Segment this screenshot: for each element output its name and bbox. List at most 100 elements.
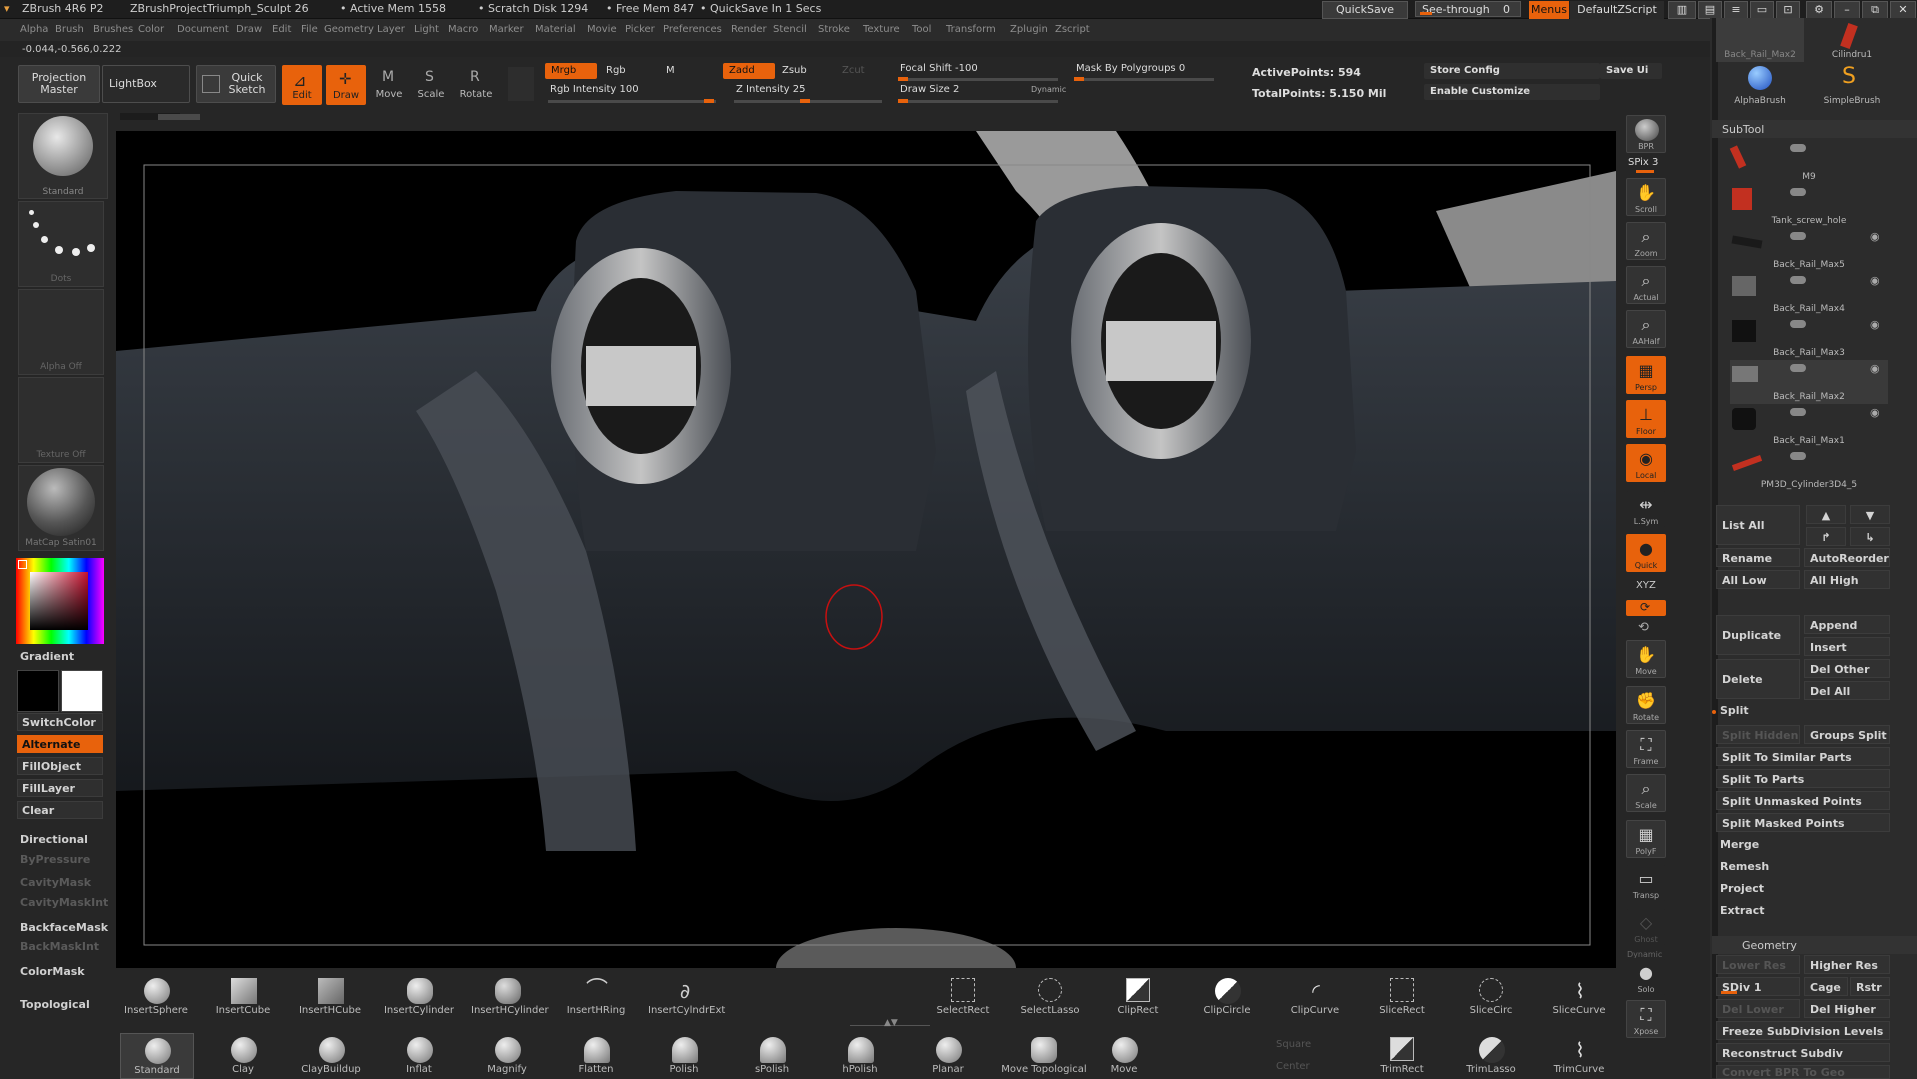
- reconstruct-subdiv-button[interactable]: Reconstruct Subdiv: [1716, 1043, 1890, 1062]
- draw-button[interactable]: ✛ Draw: [326, 65, 366, 105]
- slicerect-button[interactable]: SliceRect: [1366, 974, 1438, 1018]
- lightbox-button[interactable]: LightBox: [102, 65, 190, 103]
- del-other-button[interactable]: Del Other: [1804, 659, 1890, 678]
- list-all-button[interactable]: List All: [1716, 505, 1800, 545]
- frame-button[interactable]: ⛶ Frame: [1626, 730, 1666, 768]
- xpose-button[interactable]: ⛶ Xpose: [1626, 1000, 1666, 1038]
- selectlasso-button[interactable]: SelectLasso: [1014, 974, 1086, 1018]
- polyframe-lock-icon[interactable]: [508, 67, 534, 101]
- projection-master-button[interactable]: Projection Master: [18, 65, 100, 103]
- project-section-header[interactable]: Project: [1720, 882, 1764, 895]
- quicksave-button[interactable]: QuickSave: [1322, 1, 1408, 19]
- insert-button[interactable]: Insert: [1804, 637, 1890, 656]
- subtool-eye-icon[interactable]: ◉: [1870, 406, 1880, 419]
- menu-color[interactable]: Color: [138, 24, 164, 35]
- xyz-button[interactable]: XYZ: [1636, 580, 1656, 591]
- subtool-visibility-icon[interactable]: [1790, 144, 1806, 152]
- subtool-eye-icon[interactable]: ◉: [1870, 230, 1880, 243]
- insert-cube-button[interactable]: InsertCube: [207, 974, 279, 1018]
- slicecirc-button[interactable]: SliceCirc: [1455, 974, 1527, 1018]
- brush-magnify-button[interactable]: Magnify: [471, 1033, 543, 1077]
- minimize-icon[interactable]: –: [1834, 1, 1860, 19]
- merge-section-header[interactable]: Merge: [1720, 838, 1759, 851]
- split-masked-points-button[interactable]: Split Masked Points: [1716, 813, 1890, 832]
- rstr-button[interactable]: Rstr: [1850, 977, 1890, 996]
- see-through-slider[interactable]: See-through 0: [1415, 1, 1521, 17]
- gradient-toggle[interactable]: Gradient: [20, 650, 74, 663]
- switchcolor-button[interactable]: SwitchColor: [17, 713, 103, 731]
- draw-size-knob[interactable]: [898, 99, 908, 103]
- draw-size-slider[interactable]: Draw Size 2: [894, 82, 1000, 98]
- freeze-subdivision-levels-button[interactable]: Freeze SubDivision Levels: [1716, 1021, 1890, 1040]
- menu-light[interactable]: Light: [414, 24, 439, 35]
- subtool-visibility-icon[interactable]: [1790, 232, 1806, 240]
- spix-slider[interactable]: SPix 3: [1628, 157, 1658, 168]
- extract-section-header[interactable]: Extract: [1720, 904, 1765, 917]
- filllayer-button[interactable]: FillLayer: [17, 779, 103, 797]
- menu-texture[interactable]: Texture: [863, 24, 900, 35]
- rotate-mode-button[interactable]: R Rotate: [456, 65, 496, 103]
- doc-scroll-thumb[interactable]: [158, 114, 200, 120]
- backfacemask-toggle[interactable]: BackfaceMask: [20, 921, 108, 934]
- enable-customize-button[interactable]: Enable Customize: [1424, 84, 1600, 100]
- dynamic-toggle[interactable]: Dynamic: [1031, 85, 1066, 94]
- quick-sketch-button[interactable]: Quick Sketch: [196, 65, 276, 103]
- brush-hpolish-button[interactable]: hPolish: [824, 1033, 896, 1077]
- menu-alpha[interactable]: Alpha: [20, 24, 48, 35]
- cavitymask-toggle[interactable]: CavityMask: [20, 876, 91, 889]
- z-intensity-slider[interactable]: Z Intensity 25: [730, 82, 886, 98]
- rgb-toggle[interactable]: Rgb: [600, 63, 644, 79]
- menu-document[interactable]: Document: [177, 24, 229, 35]
- subtool-header[interactable]: SubTool: [1712, 120, 1917, 138]
- lock-icon[interactable]: ⊡: [1776, 1, 1800, 19]
- brush-inflat-button[interactable]: Inflat: [383, 1033, 455, 1077]
- move-up-arrow-icon[interactable]: ▲: [1806, 505, 1846, 524]
- settings-icon[interactable]: ⚙: [1806, 1, 1832, 19]
- trimlasso-button[interactable]: TrimLasso: [1455, 1033, 1527, 1077]
- persp-button[interactable]: ▦ Persp: [1626, 356, 1666, 394]
- geometry-header[interactable]: Geometry: [1712, 936, 1917, 954]
- del-lower-button[interactable]: Del Lower: [1716, 999, 1800, 1018]
- subtool-eye-icon[interactable]: ◉: [1870, 274, 1880, 287]
- lsym-button[interactable]: ⇹ L.Sym: [1626, 490, 1666, 528]
- insert-cylinder-button[interactable]: InsertCylinder: [383, 974, 455, 1018]
- brush-flatten-button[interactable]: Flatten: [560, 1033, 632, 1077]
- color-sv-square[interactable]: [30, 572, 88, 630]
- subtool-item[interactable]: PM3D_Cylinder3D4_5: [1730, 448, 1888, 492]
- zcut-toggle[interactable]: Zcut: [836, 63, 872, 79]
- layout-icon[interactable]: ▥: [1668, 1, 1696, 19]
- subtool-eye-icon[interactable]: ◉: [1870, 362, 1880, 375]
- solo-button[interactable]: ● Solo: [1626, 958, 1666, 996]
- alternate-button[interactable]: Alternate: [17, 735, 103, 753]
- cliprect-button[interactable]: ClipRect: [1102, 974, 1174, 1018]
- scroll-button[interactable]: ✋ Scroll: [1626, 178, 1666, 216]
- insert-hcube-button[interactable]: InsertHCube: [294, 974, 366, 1018]
- focal-shift-knob[interactable]: [898, 77, 908, 81]
- subtool-item[interactable]: Tank_screw_hole: [1730, 184, 1888, 228]
- subtool-item[interactable]: ◉ Back_Rail_Max1: [1730, 404, 1888, 448]
- subtool-visibility-icon[interactable]: [1790, 320, 1806, 328]
- clear-button[interactable]: Clear: [17, 801, 103, 819]
- mask-polygroups-knob[interactable]: [1074, 77, 1084, 81]
- stroke-thumbnail[interactable]: Dots: [18, 201, 104, 287]
- subtool-visibility-icon[interactable]: [1790, 452, 1806, 460]
- remesh-section-header[interactable]: Remesh: [1720, 860, 1769, 873]
- subtool-item[interactable]: ◉ Back_Rail_Max4: [1730, 272, 1888, 316]
- rgb-intensity-slider[interactable]: Rgb Intensity 100: [544, 82, 720, 98]
- window-icon[interactable]: ▭: [1750, 1, 1774, 19]
- menu-stencil[interactable]: Stencil: [773, 24, 807, 35]
- menus-button[interactable]: Menus: [1529, 1, 1569, 19]
- subtool-visibility-icon[interactable]: [1790, 408, 1806, 416]
- selectrect-button[interactable]: SelectRect: [927, 974, 999, 1018]
- aahalf-button[interactable]: ⌕ AAHalf: [1626, 310, 1666, 348]
- zoom-button[interactable]: ⌕ Zoom: [1626, 222, 1666, 260]
- save-ui-button[interactable]: Save Ui: [1600, 63, 1662, 79]
- menu-edit[interactable]: Edit: [272, 24, 291, 35]
- subtool-item[interactable]: ◉ Back_Rail_Max5: [1730, 228, 1888, 272]
- polyf-button[interactable]: ▦ PolyF: [1626, 820, 1666, 858]
- brush-spolish-button[interactable]: sPolish: [736, 1033, 808, 1077]
- brush-move-topological-button[interactable]: Move Topological: [999, 1033, 1089, 1077]
- brush-planar-button[interactable]: Planar: [912, 1033, 984, 1077]
- brush-claybuildup-button[interactable]: ClayBuildup: [295, 1033, 367, 1077]
- rotate-view-button[interactable]: ✊ Rotate: [1626, 686, 1666, 724]
